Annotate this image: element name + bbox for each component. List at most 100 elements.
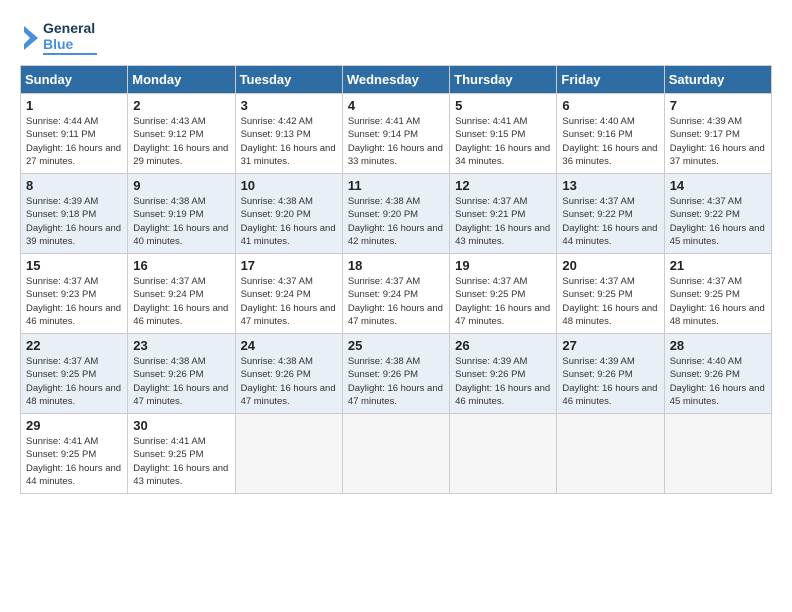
col-sunday: Sunday <box>21 66 128 94</box>
table-row: 25 Sunrise: 4:38 AM Sunset: 9:26 PM Dayl… <box>342 334 449 414</box>
day-info: Sunrise: 4:37 AM Sunset: 9:25 PM Dayligh… <box>26 355 122 408</box>
logo-general-text: General <box>43 20 97 36</box>
daylight-text: Daylight: 16 hours and 47 minutes. <box>348 302 444 329</box>
day-number: 20 <box>562 258 658 273</box>
day-info: Sunrise: 4:38 AM Sunset: 9:20 PM Dayligh… <box>348 195 444 248</box>
day-info: Sunrise: 4:39 AM Sunset: 9:26 PM Dayligh… <box>455 355 551 408</box>
day-info: Sunrise: 4:37 AM Sunset: 9:25 PM Dayligh… <box>562 275 658 328</box>
header: General Blue <box>20 16 772 55</box>
sunset-text: Sunset: 9:17 PM <box>670 128 766 141</box>
day-number: 18 <box>348 258 444 273</box>
sunset-text: Sunset: 9:20 PM <box>241 208 337 221</box>
day-number: 9 <box>133 178 229 193</box>
sunrise-text: Sunrise: 4:44 AM <box>26 115 122 128</box>
table-row: 30 Sunrise: 4:41 AM Sunset: 9:25 PM Dayl… <box>128 414 235 494</box>
day-number: 15 <box>26 258 122 273</box>
daylight-text: Daylight: 16 hours and 45 minutes. <box>670 382 766 409</box>
sunrise-text: Sunrise: 4:38 AM <box>133 195 229 208</box>
day-number: 13 <box>562 178 658 193</box>
logo-arrow-icon <box>20 24 40 52</box>
day-info: Sunrise: 4:39 AM Sunset: 9:18 PM Dayligh… <box>26 195 122 248</box>
table-row: 24 Sunrise: 4:38 AM Sunset: 9:26 PM Dayl… <box>235 334 342 414</box>
day-info: Sunrise: 4:37 AM Sunset: 9:22 PM Dayligh… <box>670 195 766 248</box>
calendar-week-3: 15 Sunrise: 4:37 AM Sunset: 9:23 PM Dayl… <box>21 254 772 334</box>
daylight-text: Daylight: 16 hours and 48 minutes. <box>26 382 122 409</box>
sunrise-text: Sunrise: 4:37 AM <box>670 275 766 288</box>
table-row: 19 Sunrise: 4:37 AM Sunset: 9:25 PM Dayl… <box>450 254 557 334</box>
day-number: 27 <box>562 338 658 353</box>
sunset-text: Sunset: 9:26 PM <box>133 368 229 381</box>
daylight-text: Daylight: 16 hours and 44 minutes. <box>26 462 122 489</box>
sunrise-text: Sunrise: 4:37 AM <box>455 195 551 208</box>
day-info: Sunrise: 4:38 AM Sunset: 9:20 PM Dayligh… <box>241 195 337 248</box>
daylight-text: Daylight: 16 hours and 34 minutes. <box>455 142 551 169</box>
sunset-text: Sunset: 9:18 PM <box>26 208 122 221</box>
table-row: 13 Sunrise: 4:37 AM Sunset: 9:22 PM Dayl… <box>557 174 664 254</box>
table-row: 3 Sunrise: 4:42 AM Sunset: 9:13 PM Dayli… <box>235 94 342 174</box>
page: General Blue Sunday Monday Tuesday Wedne… <box>0 0 792 612</box>
sunset-text: Sunset: 9:16 PM <box>562 128 658 141</box>
daylight-text: Daylight: 16 hours and 46 minutes. <box>26 302 122 329</box>
sunset-text: Sunset: 9:19 PM <box>133 208 229 221</box>
col-wednesday: Wednesday <box>342 66 449 94</box>
sunrise-text: Sunrise: 4:41 AM <box>455 115 551 128</box>
day-number: 22 <box>26 338 122 353</box>
day-number: 2 <box>133 98 229 113</box>
day-info: Sunrise: 4:39 AM Sunset: 9:17 PM Dayligh… <box>670 115 766 168</box>
day-info: Sunrise: 4:43 AM Sunset: 9:12 PM Dayligh… <box>133 115 229 168</box>
sunset-text: Sunset: 9:22 PM <box>562 208 658 221</box>
day-info: Sunrise: 4:37 AM Sunset: 9:22 PM Dayligh… <box>562 195 658 248</box>
calendar-table: Sunday Monday Tuesday Wednesday Thursday… <box>20 65 772 494</box>
table-row: 26 Sunrise: 4:39 AM Sunset: 9:26 PM Dayl… <box>450 334 557 414</box>
day-info: Sunrise: 4:37 AM Sunset: 9:24 PM Dayligh… <box>241 275 337 328</box>
sunrise-text: Sunrise: 4:38 AM <box>241 195 337 208</box>
day-number: 11 <box>348 178 444 193</box>
daylight-text: Daylight: 16 hours and 27 minutes. <box>26 142 122 169</box>
day-number: 19 <box>455 258 551 273</box>
logo-container: General Blue <box>20 20 97 55</box>
table-row: 15 Sunrise: 4:37 AM Sunset: 9:23 PM Dayl… <box>21 254 128 334</box>
table-row <box>235 414 342 494</box>
table-row: 22 Sunrise: 4:37 AM Sunset: 9:25 PM Dayl… <box>21 334 128 414</box>
table-row: 2 Sunrise: 4:43 AM Sunset: 9:12 PM Dayli… <box>128 94 235 174</box>
sunset-text: Sunset: 9:26 PM <box>348 368 444 381</box>
sunrise-text: Sunrise: 4:38 AM <box>348 195 444 208</box>
day-number: 28 <box>670 338 766 353</box>
sunset-text: Sunset: 9:15 PM <box>455 128 551 141</box>
table-row: 27 Sunrise: 4:39 AM Sunset: 9:26 PM Dayl… <box>557 334 664 414</box>
table-row: 5 Sunrise: 4:41 AM Sunset: 9:15 PM Dayli… <box>450 94 557 174</box>
sunrise-text: Sunrise: 4:41 AM <box>133 435 229 448</box>
sunset-text: Sunset: 9:14 PM <box>348 128 444 141</box>
sunset-text: Sunset: 9:12 PM <box>133 128 229 141</box>
day-number: 6 <box>562 98 658 113</box>
sunrise-text: Sunrise: 4:37 AM <box>348 275 444 288</box>
logo-underline <box>43 53 97 55</box>
day-number: 23 <box>133 338 229 353</box>
table-row <box>450 414 557 494</box>
daylight-text: Daylight: 16 hours and 48 minutes. <box>670 302 766 329</box>
sunset-text: Sunset: 9:26 PM <box>455 368 551 381</box>
sunset-text: Sunset: 9:22 PM <box>670 208 766 221</box>
daylight-text: Daylight: 16 hours and 47 minutes. <box>455 302 551 329</box>
day-number: 8 <box>26 178 122 193</box>
col-thursday: Thursday <box>450 66 557 94</box>
daylight-text: Daylight: 16 hours and 48 minutes. <box>562 302 658 329</box>
calendar-week-1: 1 Sunrise: 4:44 AM Sunset: 9:11 PM Dayli… <box>21 94 772 174</box>
table-row: 16 Sunrise: 4:37 AM Sunset: 9:24 PM Dayl… <box>128 254 235 334</box>
day-number: 16 <box>133 258 229 273</box>
daylight-text: Daylight: 16 hours and 47 minutes. <box>241 302 337 329</box>
sunrise-text: Sunrise: 4:41 AM <box>348 115 444 128</box>
daylight-text: Daylight: 16 hours and 42 minutes. <box>348 222 444 249</box>
day-info: Sunrise: 4:37 AM Sunset: 9:25 PM Dayligh… <box>455 275 551 328</box>
logo: General Blue <box>20 20 97 55</box>
sunset-text: Sunset: 9:25 PM <box>26 448 122 461</box>
sunset-text: Sunset: 9:26 PM <box>562 368 658 381</box>
sunrise-text: Sunrise: 4:39 AM <box>562 355 658 368</box>
day-info: Sunrise: 4:39 AM Sunset: 9:26 PM Dayligh… <box>562 355 658 408</box>
table-row: 9 Sunrise: 4:38 AM Sunset: 9:19 PM Dayli… <box>128 174 235 254</box>
calendar-week-5: 29 Sunrise: 4:41 AM Sunset: 9:25 PM Dayl… <box>21 414 772 494</box>
sunset-text: Sunset: 9:26 PM <box>670 368 766 381</box>
sunset-text: Sunset: 9:20 PM <box>348 208 444 221</box>
col-tuesday: Tuesday <box>235 66 342 94</box>
table-row: 12 Sunrise: 4:37 AM Sunset: 9:21 PM Dayl… <box>450 174 557 254</box>
